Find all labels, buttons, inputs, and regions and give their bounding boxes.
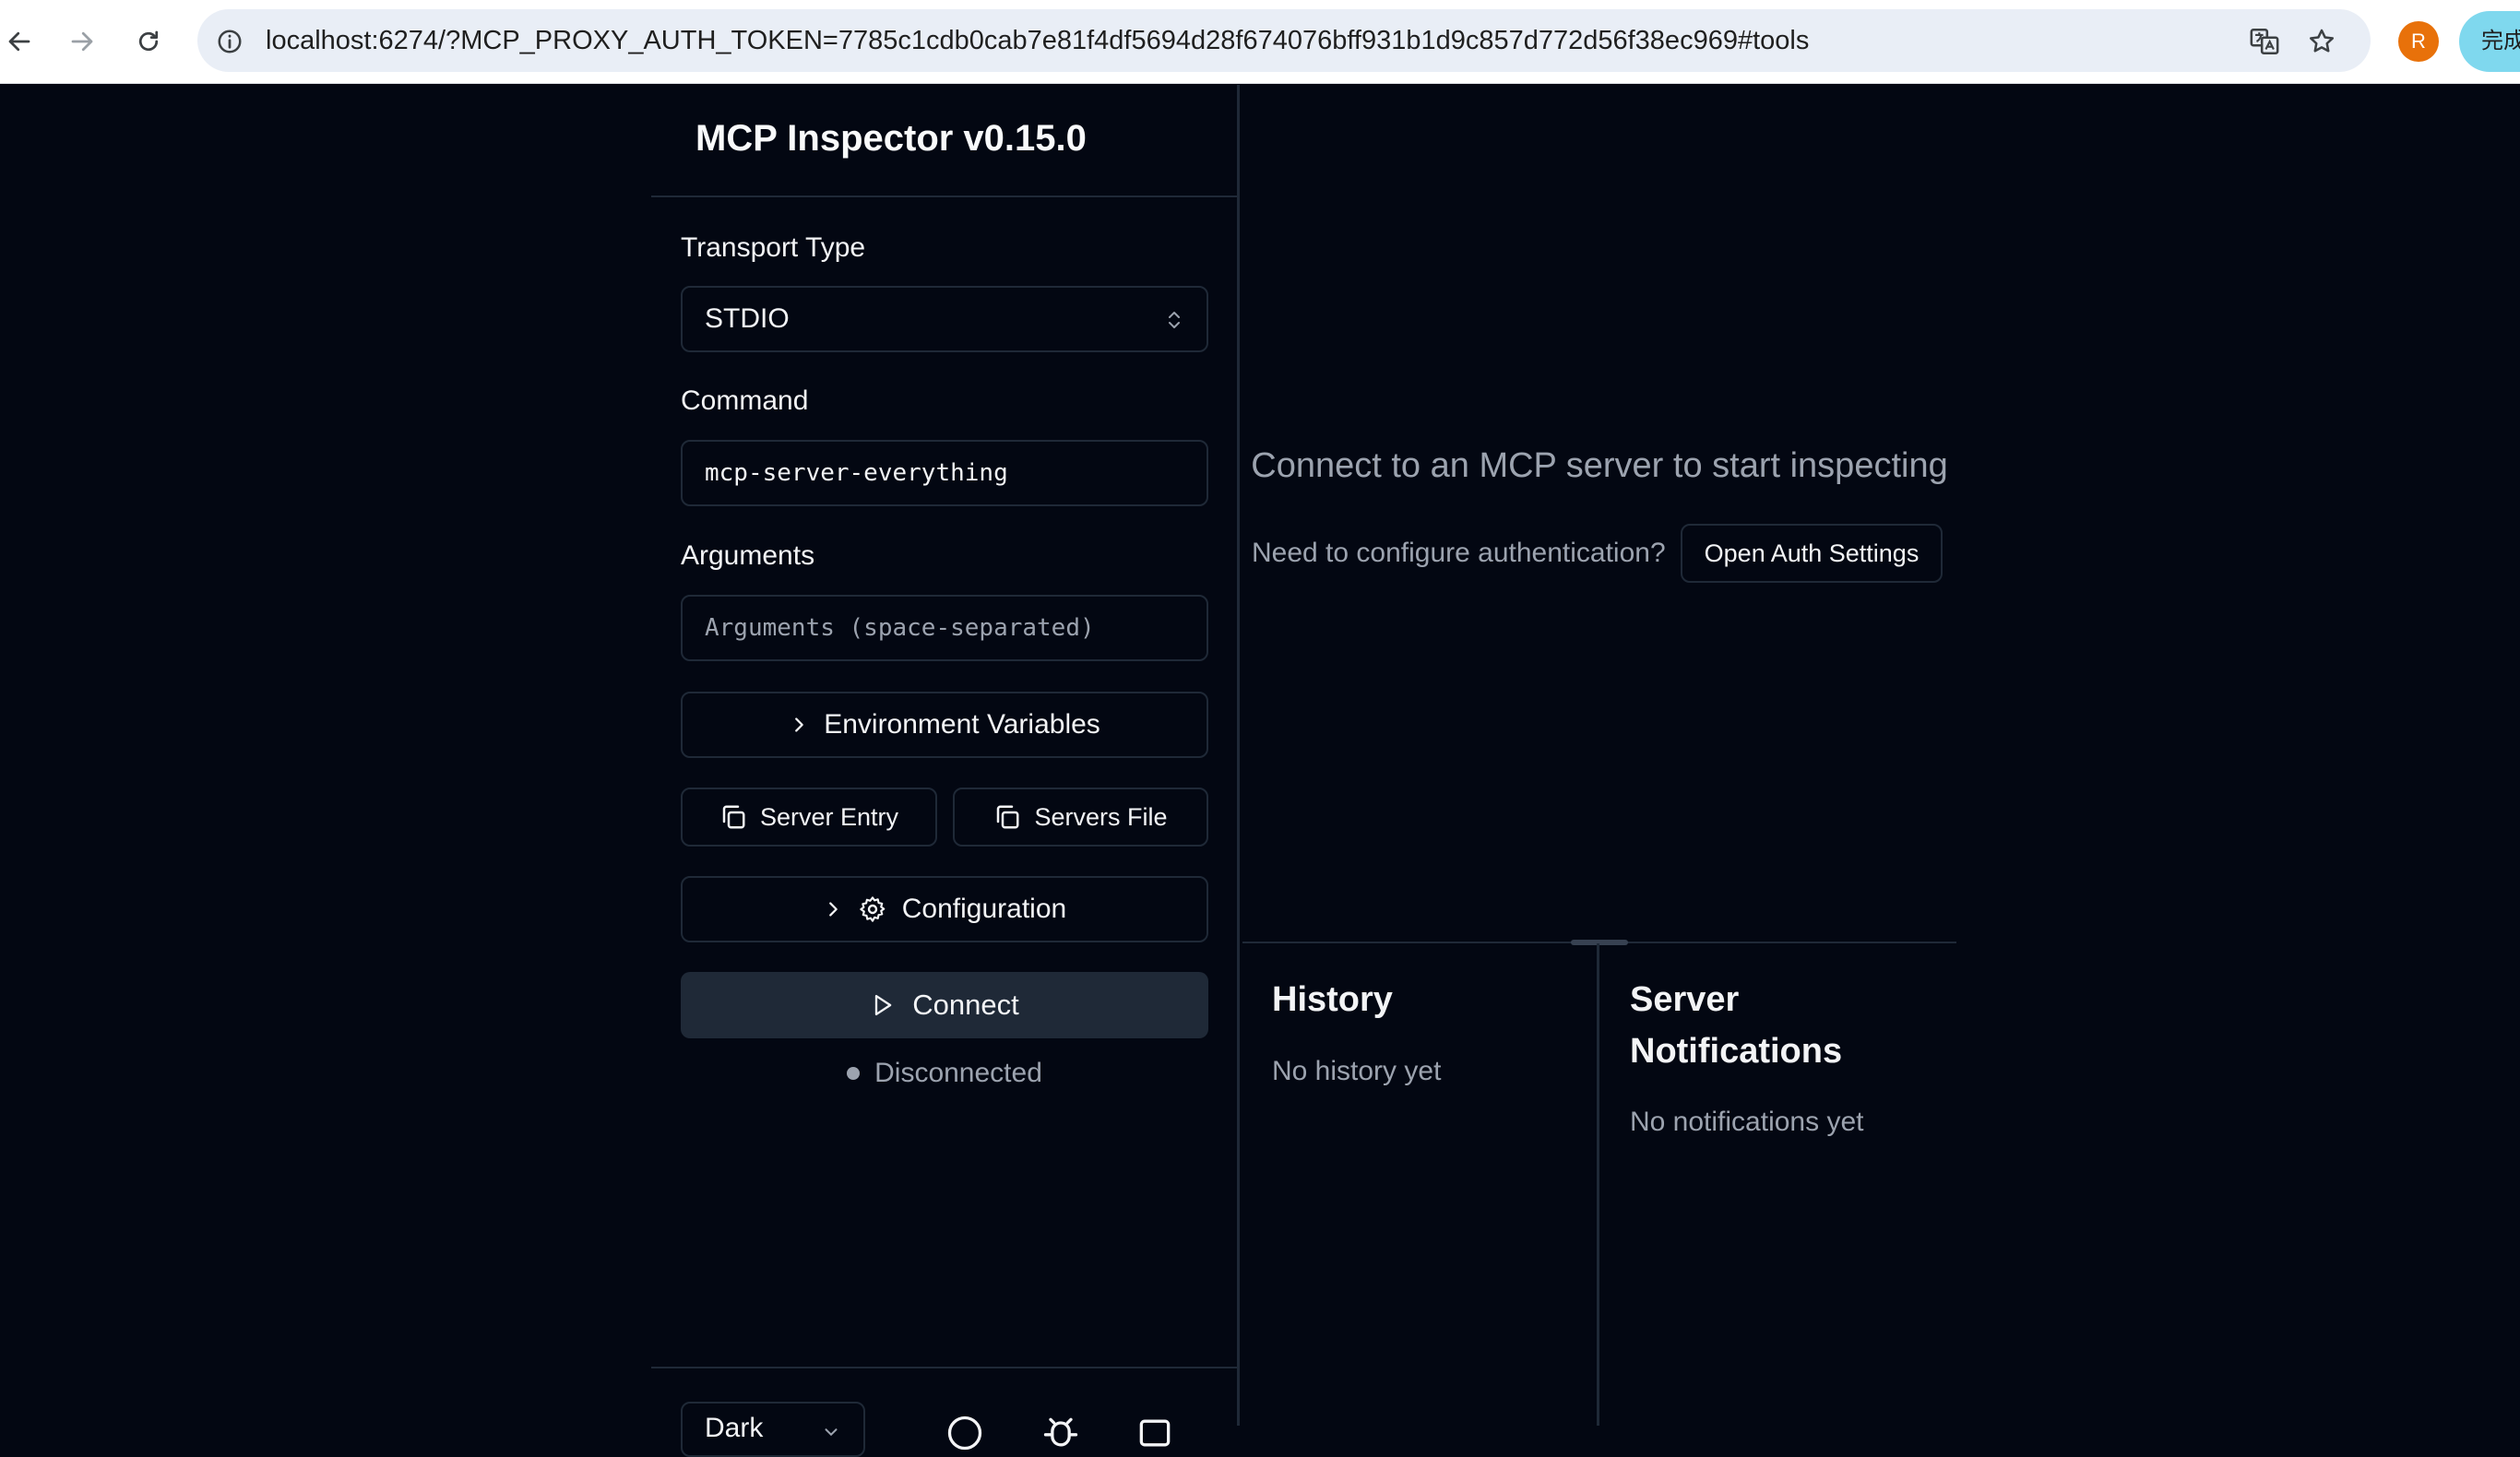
help-icon[interactable] (945, 1413, 985, 1453)
play-icon (875, 994, 892, 1016)
forward-button[interactable] (59, 18, 105, 65)
chevron-up-down-icon (1169, 312, 1180, 328)
bug-icon[interactable] (1040, 1413, 1081, 1453)
server-entry-button[interactable]: Server Entry (681, 788, 937, 847)
server-notifications-title: Server Notifications (1630, 980, 1843, 1071)
site-info-icon[interactable] (216, 28, 244, 55)
empty-state-title: Connect to an MCP server to start inspec… (1251, 446, 1948, 485)
sidebar: MCP Inspector v0.15.0 Transport Type STD… (651, 85, 1240, 1457)
arrow-right-icon (71, 31, 93, 52)
app-title: MCP Inspector v0.15.0 (695, 118, 1087, 159)
arrow-left-icon (8, 31, 30, 52)
main-empty-state: Connect to an MCP server to start inspec… (1242, 85, 1956, 942)
extension-button[interactable]: 完成 (2459, 11, 2520, 72)
server-entry-label: Server Entry (759, 802, 899, 831)
sidebar-footer-divider (651, 1367, 1238, 1368)
command-value: mcp-server-everything (705, 459, 1008, 487)
history-empty: No history yet (1272, 1056, 1442, 1086)
chevron-right-icon (795, 717, 804, 732)
transport-type-select[interactable]: STDIO (681, 286, 1208, 352)
connection-status: Disconnected (681, 1053, 1208, 1094)
chevron-right-icon (828, 902, 838, 917)
connect-button[interactable]: Connect (681, 972, 1208, 1038)
url-text[interactable]: localhost:6274/?MCP_PROXY_AUTH_TOKEN=778… (266, 9, 1809, 72)
command-label: Command (681, 385, 809, 416)
servers-file-button[interactable]: Servers File (953, 788, 1208, 847)
status-dot (847, 1067, 861, 1080)
resize-handle[interactable] (1571, 940, 1628, 945)
theme-select[interactable]: Dark (681, 1402, 865, 1457)
connect-label: Connect (912, 989, 1019, 1021)
transport-type-value: STDIO (705, 303, 790, 334)
vertical-divider (1597, 943, 1599, 1426)
sidebar-header-divider (651, 195, 1238, 197)
copy-icon (997, 805, 1019, 829)
theme-value: Dark (705, 1413, 764, 1443)
back-button[interactable] (0, 18, 42, 65)
auth-prompt-text: Need to configure authentication? (1252, 538, 1666, 568)
profile-avatar[interactable]: R (2398, 21, 2439, 62)
address-bar[interactable]: localhost:6274/?MCP_PROXY_AUTH_TOKEN=778… (197, 9, 2371, 72)
translate-icon[interactable] (2249, 26, 2280, 57)
transport-type-label: Transport Type (681, 232, 866, 263)
notifications-empty: No notifications yet (1630, 1107, 1864, 1137)
arguments-placeholder: Arguments (space-separated) (705, 614, 1095, 642)
chevron-down-icon (825, 1428, 838, 1437)
open-auth-settings-button[interactable]: Open Auth Settings (1680, 524, 1943, 583)
reload-icon (138, 30, 159, 52)
history-title: History (1272, 980, 1393, 1019)
copy-icon (722, 805, 745, 829)
auth-prompt-row: Need to configure authentication? Open A… (1252, 524, 1943, 583)
bookmark-star-icon[interactable] (2307, 27, 2336, 56)
github-icon[interactable] (1135, 1413, 1175, 1453)
reload-button[interactable] (125, 18, 172, 65)
configuration-button[interactable]: Configuration (681, 876, 1208, 942)
configuration-label: Configuration (901, 894, 1067, 924)
browser-toolbar: localhost:6274/?MCP_PROXY_AUTH_TOKEN=778… (0, 0, 2520, 84)
environment-variables-button[interactable]: Environment Variables (681, 692, 1208, 758)
arguments-input[interactable]: Arguments (space-separated) (681, 595, 1208, 661)
gear-icon (860, 896, 886, 922)
status-text: Disconnected (874, 1058, 1042, 1088)
command-input[interactable]: mcp-server-everything (681, 440, 1208, 506)
servers-file-label: Servers File (1034, 802, 1168, 831)
environment-variables-label: Environment Variables (824, 709, 1100, 740)
arguments-label: Arguments (681, 540, 815, 571)
